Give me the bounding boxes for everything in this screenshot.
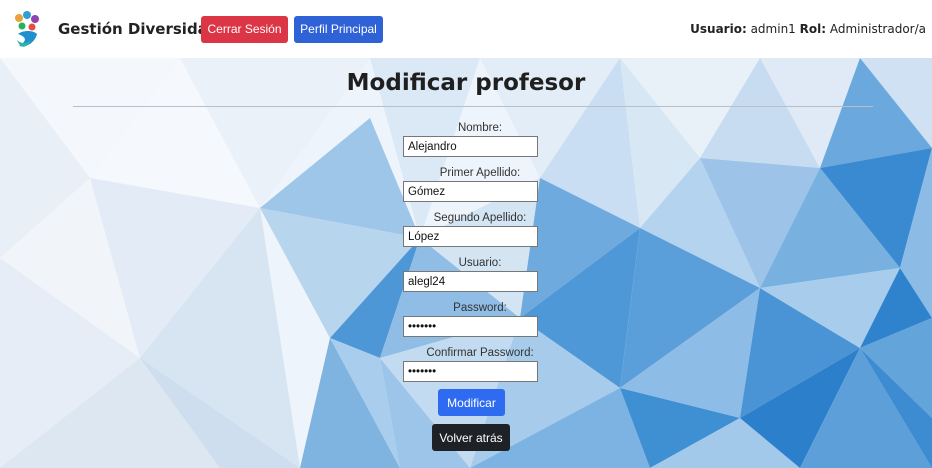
logout-button[interactable]: Cerrar Sesión bbox=[201, 16, 288, 43]
segundo-apellido-input[interactable] bbox=[403, 226, 538, 247]
password-label: Password: bbox=[453, 302, 507, 314]
segundo-apellido-label: Segundo Apellido: bbox=[433, 212, 527, 224]
back-button[interactable]: Volver atrás bbox=[432, 424, 510, 451]
user-label: Usuario: bbox=[690, 22, 747, 36]
usuario-input[interactable] bbox=[403, 271, 538, 292]
primer-apellido-input[interactable] bbox=[403, 181, 538, 202]
top-navbar: Gestión Diversidad Cerrar Sesión Perfil … bbox=[0, 0, 932, 58]
user-info: Usuario: admin1 Rol: Administrador/a bbox=[690, 22, 926, 36]
user-value: admin1 bbox=[750, 22, 796, 36]
confirm-password-input[interactable] bbox=[403, 361, 538, 382]
diversity-logo-icon[interactable] bbox=[13, 10, 43, 50]
brand-title[interactable]: Gestión Diversidad bbox=[58, 20, 219, 38]
modify-button[interactable]: Modificar bbox=[438, 389, 505, 416]
nombre-input[interactable] bbox=[403, 136, 538, 157]
primer-apellido-label: Primer Apellido: bbox=[439, 167, 521, 179]
main-profile-button[interactable]: Perfil Principal bbox=[294, 16, 383, 43]
password-input[interactable] bbox=[403, 316, 538, 337]
usuario-label: Usuario: bbox=[458, 257, 502, 269]
confirm-password-label: Confirmar Password: bbox=[426, 347, 534, 359]
edit-teacher-form: Nombre: Primer Apellido: Segundo Apellid… bbox=[0, 0, 932, 468]
role-label: Rol: bbox=[799, 22, 827, 36]
nombre-label: Nombre: bbox=[457, 122, 503, 134]
role-value: Administrador/a bbox=[829, 22, 926, 36]
